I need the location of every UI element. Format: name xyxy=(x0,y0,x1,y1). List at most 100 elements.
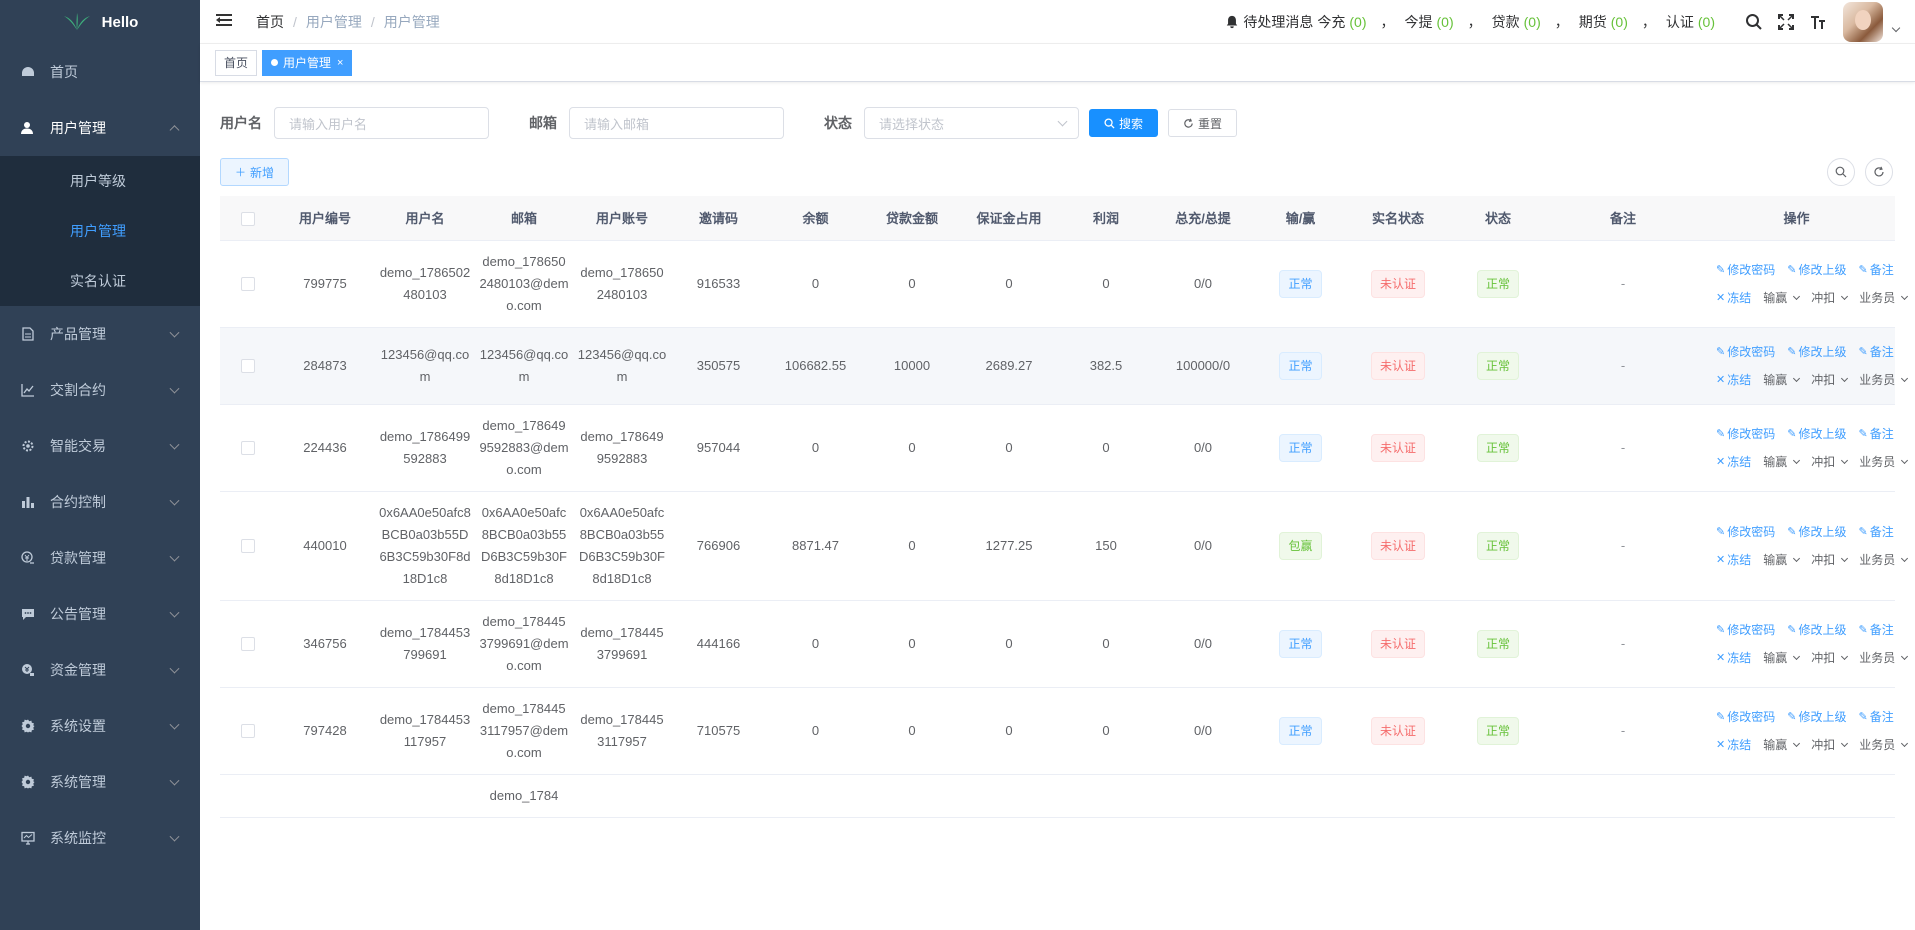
table-row[interactable]: demo_1784 xyxy=(220,774,1895,818)
change-password-button[interactable]: ✎ 修改密码 xyxy=(1716,518,1775,546)
row-checkbox[interactable] xyxy=(240,724,255,739)
search-icon[interactable] xyxy=(1745,13,1763,31)
change-password-button[interactable]: ✎ 修改密码 xyxy=(1716,616,1775,644)
row-checkbox[interactable] xyxy=(240,539,255,554)
stat-count[interactable]: (0) xyxy=(1349,14,1366,30)
change-password-button[interactable]: ✎ 修改密码 xyxy=(1716,703,1775,731)
breadcrumb-user-mgmt[interactable]: 用户管理 xyxy=(306,12,362,32)
tag-user-mgmt[interactable]: 用户管理 × xyxy=(262,49,353,76)
breadcrumb-home[interactable]: 首页 xyxy=(256,12,284,32)
table-row[interactable]: 797428 demo_1784453117957 demo_17844531179… xyxy=(220,687,1909,775)
table-row[interactable]: 284873 123456@qq.com 123456@qq.com 123456@q… xyxy=(220,327,1909,405)
adjust-dropdown[interactable]: 冲扣 xyxy=(1811,284,1849,312)
change-password-button[interactable]: ✎ 修改密码 xyxy=(1716,420,1775,448)
salesman-dropdown[interactable]: 业务员 xyxy=(1859,731,1909,759)
adjust-dropdown[interactable]: 冲扣 xyxy=(1811,644,1849,672)
reset-button[interactable]: 重置 xyxy=(1168,109,1238,137)
adjust-dropdown[interactable]: 冲扣 xyxy=(1811,448,1849,476)
row-checkbox[interactable] xyxy=(240,441,255,456)
tag-home[interactable]: 首页 xyxy=(215,49,258,76)
table-row[interactable]: 224436 demo_1786499592883 demo_17864995928… xyxy=(220,404,1909,492)
sidebar-item-7[interactable]: 公告管理 xyxy=(0,586,200,642)
select-all-checkbox[interactable] xyxy=(240,211,255,226)
submenu-item-2[interactable]: 实名认证 xyxy=(0,256,200,306)
username-input[interactable]: 请输入用户名 xyxy=(274,107,489,139)
cell-invite: 710575 xyxy=(671,687,766,775)
add-button[interactable]: ＋ 新增 xyxy=(220,158,290,186)
sidebar-item-2[interactable]: 产品管理 xyxy=(0,306,200,362)
freeze-button[interactable]: ✕ 冻结 xyxy=(1716,644,1751,672)
sidebar-item-10[interactable]: 系统管理 xyxy=(0,754,200,810)
salesman-dropdown[interactable]: 业务员 xyxy=(1859,546,1909,574)
close-icon[interactable]: × xyxy=(337,51,343,75)
win-lose-dropdown[interactable]: 输赢 xyxy=(1763,284,1801,312)
submenu-item-1[interactable]: 用户管理 xyxy=(0,206,200,256)
salesman-dropdown[interactable]: 业务员 xyxy=(1859,284,1909,312)
email-input[interactable]: 请输入邮箱 xyxy=(569,107,784,139)
win-lose-dropdown[interactable]: 输赢 xyxy=(1763,546,1801,574)
change-parent-button[interactable]: ✎ 修改上级 xyxy=(1787,338,1846,366)
stat-count[interactable]: (0) xyxy=(1437,14,1454,30)
status-badge: 正常 xyxy=(1476,433,1519,462)
salesman-dropdown[interactable]: 业务员 xyxy=(1859,644,1909,672)
change-password-button[interactable]: ✎ 修改密码 xyxy=(1716,256,1775,284)
avatar[interactable] xyxy=(1843,1,1883,42)
remark-button[interactable]: ✎ 备注 xyxy=(1858,616,1893,644)
logo[interactable]: Hello xyxy=(0,0,200,44)
sidebar-item-0[interactable]: 首页 xyxy=(0,44,200,100)
win-lose-dropdown[interactable]: 输赢 xyxy=(1763,731,1801,759)
adjust-dropdown[interactable]: 冲扣 xyxy=(1811,731,1849,759)
sidebar-item-8[interactable]: 资金管理 xyxy=(0,642,200,698)
toggle-search-button[interactable] xyxy=(1827,158,1855,186)
change-parent-button[interactable]: ✎ 修改上级 xyxy=(1787,616,1846,644)
salesman-label: 业务员 xyxy=(1859,737,1896,752)
sidebar-item-6[interactable]: 贷款管理 xyxy=(0,530,200,586)
remark-button[interactable]: ✎ 备注 xyxy=(1858,256,1893,284)
freeze-button[interactable]: ✕ 冻结 xyxy=(1716,366,1751,394)
row-checkbox[interactable] xyxy=(240,359,255,374)
win-lose-dropdown[interactable]: 输赢 xyxy=(1763,644,1801,672)
sidebar-item-9[interactable]: 系统设置 xyxy=(0,698,200,754)
sidebar-item-3[interactable]: 交割合约 xyxy=(0,362,200,418)
sidebar-item-11[interactable]: 系统监控 xyxy=(0,810,200,866)
table-row[interactable]: 346756 demo_1784453799691 demo_17844537996… xyxy=(220,600,1909,688)
adjust-dropdown[interactable]: 冲扣 xyxy=(1811,546,1849,574)
salesman-dropdown[interactable]: 业务员 xyxy=(1859,448,1909,476)
freeze-button[interactable]: ✕ 冻结 xyxy=(1716,546,1751,574)
remark-button[interactable]: ✎ 备注 xyxy=(1858,420,1893,448)
change-parent-button[interactable]: ✎ 修改上级 xyxy=(1787,518,1846,546)
change-parent-button[interactable]: ✎ 修改上级 xyxy=(1787,256,1846,284)
table-row[interactable]: 799775 demo_1786502480103 demo_17865024801… xyxy=(220,240,1909,328)
remark-button[interactable]: ✎ 备注 xyxy=(1858,703,1893,731)
sidebar-item-1[interactable]: 用户管理 xyxy=(0,100,200,156)
freeze-button[interactable]: ✕ 冻结 xyxy=(1716,448,1751,476)
adjust-dropdown[interactable]: 冲扣 xyxy=(1811,366,1849,394)
search-button[interactable]: 搜索 xyxy=(1089,109,1159,137)
stat-count[interactable]: (0) xyxy=(1611,14,1628,30)
font-size-icon[interactable] xyxy=(1809,13,1827,31)
freeze-button[interactable]: ✕ 冻结 xyxy=(1716,284,1751,312)
salesman-dropdown[interactable]: 业务员 xyxy=(1859,366,1909,394)
remark-button[interactable]: ✎ 备注 xyxy=(1858,518,1893,546)
stat-count[interactable]: (0) xyxy=(1524,14,1541,30)
status-select[interactable]: 请选择状态 xyxy=(864,107,1079,139)
submenu-item-0[interactable]: 用户等级 xyxy=(0,156,200,206)
sidebar-item-4[interactable]: 智能交易 xyxy=(0,418,200,474)
fullscreen-icon[interactable] xyxy=(1777,13,1795,31)
win-lose-dropdown[interactable]: 输赢 xyxy=(1763,448,1801,476)
change-password-button[interactable]: ✎ 修改密码 xyxy=(1716,338,1775,366)
remark-button[interactable]: ✎ 备注 xyxy=(1858,338,1893,366)
table-row[interactable]: 440010 0x6AA0e50afc8BCB0a03b55D6B3C59b30F… xyxy=(220,491,1909,601)
caret-down-icon[interactable] xyxy=(1891,23,1901,32)
freeze-button[interactable]: ✕ 冻结 xyxy=(1716,731,1751,759)
win-lose-dropdown[interactable]: 输赢 xyxy=(1763,366,1801,394)
stat-count[interactable]: (0) xyxy=(1698,14,1715,30)
row-checkbox[interactable] xyxy=(240,277,255,292)
change-parent-button[interactable]: ✎ 修改上级 xyxy=(1787,703,1846,731)
hamburger-icon[interactable] xyxy=(216,13,236,30)
row-checkbox[interactable] xyxy=(240,637,255,652)
refresh-button[interactable] xyxy=(1865,158,1893,186)
sidebar-item-5[interactable]: 合约控制 xyxy=(0,474,200,530)
change-parent-button[interactable]: ✎ 修改上级 xyxy=(1787,420,1846,448)
cell-email: demo_1784453117957@demo.com xyxy=(475,687,573,775)
